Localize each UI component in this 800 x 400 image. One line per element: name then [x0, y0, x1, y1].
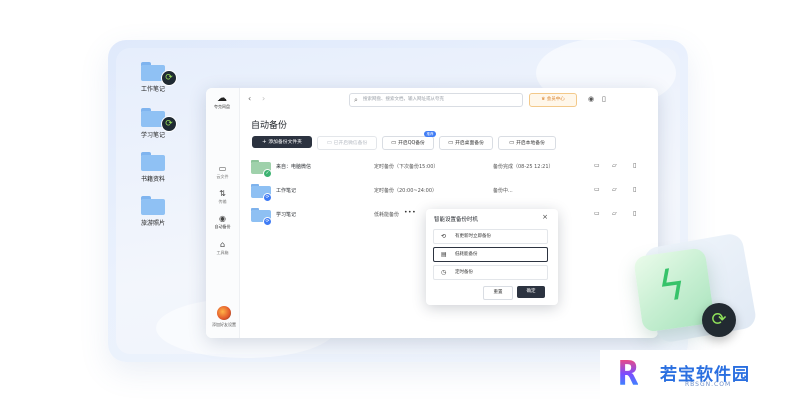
row-name: 工作笔记: [276, 188, 297, 194]
watermark-logo-icon: R: [618, 354, 639, 394]
watermark: R 若宝软件园 RBSGN.COM: [600, 350, 800, 400]
sync-icon: ⟳: [161, 116, 177, 132]
button-label: 已开启微信备份: [333, 141, 368, 146]
refresh-icon: ⟲: [441, 233, 447, 240]
search-input[interactable]: ⌕ 搜索网盘、搜索文档，输入网址或从夸克: [349, 93, 523, 107]
more-options-icon[interactable]: •••: [404, 209, 416, 216]
user-avatar-button[interactable]: 添加好友设置: [209, 306, 239, 328]
transfer-icon: ⇅: [219, 189, 226, 198]
reset-button[interactable]: 重置: [483, 286, 513, 300]
trash-icon[interactable]: ▯: [633, 162, 636, 169]
backup-icon: ◉: [219, 214, 226, 223]
cloud-icon: ☁: [217, 93, 227, 104]
sidebar-item-backup[interactable]: ◉ 自动备份: [206, 214, 239, 230]
sidebar-item-transfer[interactable]: ⇅ 传输: [206, 189, 239, 205]
toolbox-icon: ⌂: [219, 240, 226, 249]
row-status: 备份中...: [493, 188, 513, 194]
folder-icon: [141, 196, 165, 215]
trash-icon[interactable]: ▯: [633, 186, 636, 193]
close-icon[interactable]: ×: [542, 213, 548, 221]
sync-icon: ⟳: [702, 303, 736, 337]
button-label: 开启本地备份: [516, 141, 545, 146]
add-backup-folder-button[interactable]: + 添加备份文件夹: [252, 136, 312, 148]
folder-icon: [141, 152, 165, 171]
monitor-icon[interactable]: ▭: [594, 210, 600, 217]
folder-label: 书籍资料: [141, 176, 166, 183]
clock-icon: ◷: [441, 269, 447, 276]
forward-arrow-icon[interactable]: ›: [262, 94, 265, 103]
wechat-backup-button[interactable]: ▭ 已开启微信备份: [317, 136, 377, 150]
recommend-badge: 推荐: [424, 131, 436, 137]
button-label: 开启桌面备份: [455, 141, 484, 146]
app-logo: ☁ 夸克网盘: [212, 94, 232, 110]
qq-backup-button[interactable]: ▭ 开启QQ备份: [382, 136, 434, 150]
desktop-folder[interactable]: 书籍资料: [141, 152, 201, 183]
backup-timing-popup: 智能设置备份时机 × ⟲ 有更新时立即备份 ▤ 低耗能备份 ◷ 定时备份 重置 …: [426, 209, 558, 305]
back-arrow-icon[interactable]: ‹: [248, 94, 251, 103]
row-mode: 定时备份（20:00~24:00）: [374, 188, 438, 194]
vip-center-button[interactable]: ♛ 会员中心: [529, 93, 577, 107]
monitor-icon[interactable]: ▭: [594, 186, 600, 193]
sidebar-item-label: 云文件: [216, 174, 229, 179]
folder-icon: ▭: [326, 140, 334, 146]
trash-icon[interactable]: ▯: [633, 210, 636, 217]
sidebar-item-files[interactable]: ▭ 云文件: [206, 164, 239, 180]
sidebar-item-label: 传输: [218, 199, 227, 204]
vip-label: 会员中心: [546, 97, 565, 102]
avatar-label: 添加好友设置: [212, 322, 236, 327]
sync-icon: ⟳: [263, 193, 272, 202]
eye-icon[interactable]: ◉: [588, 93, 594, 105]
sidebar-item-toolbox[interactable]: ⌂ 工具箱: [206, 240, 239, 256]
avatar: [217, 306, 231, 320]
sidebar: ☁ 夸克网盘 ▭ 云文件 ⇅ 传输 ◉ 自动备份 ⌂ 工具箱: [206, 88, 240, 338]
row-status: 备份完成（08-25 12:21）: [493, 164, 554, 170]
option-scheduled-backup[interactable]: ◷ 定时备份: [433, 265, 548, 280]
row-mode: 低耗能备份: [374, 212, 400, 218]
button-label: 开启QQ备份: [398, 141, 425, 146]
document-icon: ▤: [441, 251, 447, 258]
phone-icon[interactable]: ▯: [602, 93, 606, 105]
option-low-power-backup[interactable]: ▤ 低耗能备份: [433, 247, 548, 262]
sidebar-item-label: 自动备份: [214, 224, 231, 229]
popup-title: 智能设置备份时机: [434, 217, 479, 223]
option-instant-backup[interactable]: ⟲ 有更新时立即备份: [433, 229, 548, 244]
desktop-backup-button[interactable]: ▭ 开启桌面备份: [439, 136, 493, 150]
search-icon: ⌕: [354, 96, 358, 104]
option-label: 低耗能备份: [455, 252, 478, 257]
folder-icon[interactable]: ▱: [612, 186, 617, 193]
logo-text: 夸克网盘: [214, 104, 230, 109]
desktop-folder[interactable]: ⟳ 学习笔记: [141, 108, 201, 139]
search-placeholder: 搜索网盘、搜索文档，输入网址或从夸克: [363, 97, 444, 102]
sync-icon: ⟳: [161, 70, 177, 86]
top-bar: ‹ › ⌕ 搜索网盘、搜索文档，输入网址或从夸克 ♛ 会员中心 ◉ ▯: [239, 88, 658, 110]
desktop-folder[interactable]: ⟳ 工作笔记: [141, 62, 201, 93]
backup-row[interactable]: ✓ 来自：电脑微信 定时备份（下次备份15:00） 备份完成（08-25 12:…: [248, 157, 648, 179]
folder-label: 旅游照片: [141, 220, 166, 227]
row-name: 来自：电脑微信: [276, 164, 312, 170]
folder-icon: ▭: [218, 164, 227, 173]
page-title: 自动备份: [251, 121, 288, 131]
desktop-folder[interactable]: 旅游照片: [141, 196, 201, 227]
confirm-button[interactable]: 确定: [517, 286, 545, 298]
backup-row[interactable]: ⟳ 工作笔记 定时备份（20:00~24:00） 备份中... ▭ ▱ ▯: [248, 181, 648, 203]
folder-icon[interactable]: ▱: [612, 210, 617, 217]
check-icon: ✓: [263, 169, 272, 178]
folder-icon[interactable]: ▱: [612, 162, 617, 169]
local-backup-button[interactable]: ▭ 开启本地备份: [498, 136, 556, 150]
sidebar-item-label: 工具箱: [216, 250, 229, 255]
option-label: 有更新时立即备份: [455, 234, 491, 239]
option-label: 定时备份: [455, 270, 473, 275]
button-label: 添加备份文件夹: [268, 140, 302, 145]
watermark-url: RBSGN.COM: [685, 381, 732, 388]
monitor-icon[interactable]: ▭: [594, 162, 600, 169]
row-mode: 定时备份（下次备份15:00）: [374, 164, 439, 170]
sync-icon: ⟳: [263, 217, 272, 226]
row-name: 学习笔记: [276, 212, 297, 218]
